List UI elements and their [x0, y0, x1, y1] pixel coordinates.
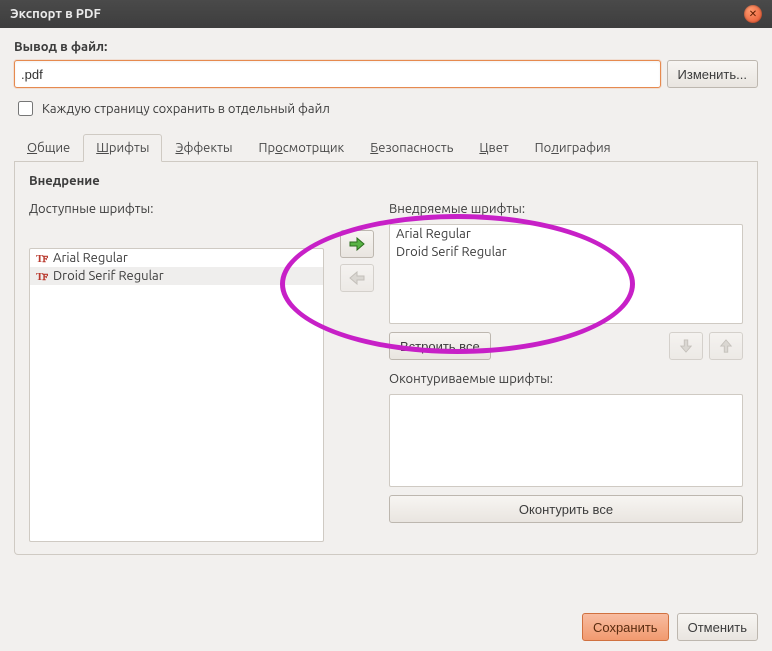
add-font-button[interactable]	[340, 230, 374, 258]
tab-1[interactable]: Шрифты	[83, 134, 162, 162]
font-name: Arial Regular	[396, 227, 471, 241]
font-name: Droid Serif Regular	[396, 245, 507, 259]
tab-3[interactable]: Просмотрщик	[246, 134, 358, 162]
outline-all-button[interactable]: Оконтурить все	[389, 495, 743, 523]
font-name: Arial Regular	[53, 251, 128, 265]
remove-font-button[interactable]	[340, 264, 374, 292]
arrow-up-icon	[718, 339, 734, 353]
tab-4[interactable]: Безопасность	[357, 134, 466, 162]
tabs: ОбщиеШрифтыЭффектыПросмотрщикБезопасност…	[14, 133, 758, 162]
dialog-footer: Сохранить Отменить	[582, 613, 758, 641]
outline-fonts-list[interactable]	[389, 394, 743, 487]
output-label: Вывод в файл:	[14, 40, 758, 54]
list-item[interactable]: Tꜰ Droid Serif Regular	[30, 267, 323, 285]
list-item[interactable]: Droid Serif Regular	[390, 243, 742, 261]
save-button[interactable]: Сохранить	[582, 613, 669, 641]
embedded-fonts-list[interactable]: Arial Regular Droid Serif Regular	[389, 224, 743, 324]
panel-title: Внедрение	[29, 174, 743, 188]
cancel-button[interactable]: Отменить	[677, 613, 758, 641]
output-file-input[interactable]	[14, 60, 661, 88]
arrow-left-icon	[349, 271, 365, 285]
change-file-button[interactable]: Изменить...	[667, 60, 758, 88]
font-name: Droid Serif Regular	[53, 269, 164, 283]
list-item[interactable]: Tꜰ Arial Regular	[30, 249, 323, 267]
embed-all-button[interactable]: Встроить все	[389, 332, 491, 360]
window-title: Экспорт в PDF	[10, 0, 101, 28]
embedded-fonts-label: Внедряемые шрифты:	[389, 202, 743, 216]
split-pages-label: Каждую страницу сохранить в отдельный фа…	[42, 102, 330, 116]
split-pages-checkbox[interactable]	[18, 101, 33, 116]
move-up-button[interactable]	[709, 332, 743, 360]
tab-5[interactable]: Цвет	[466, 134, 521, 162]
font-type-icon: Tꜰ	[36, 270, 47, 283]
font-type-icon: Tꜰ	[36, 252, 47, 265]
tab-6[interactable]: Полиграфия	[522, 134, 624, 162]
tab-0[interactable]: Общие	[14, 134, 83, 162]
tab-2[interactable]: Эффекты	[162, 134, 245, 162]
arrow-down-icon	[678, 339, 694, 353]
list-item[interactable]: Arial Regular	[390, 225, 742, 243]
fonts-panel: Внедрение Доступные шрифты: Tꜰ Arial Regu…	[14, 162, 758, 555]
arrow-right-icon	[349, 237, 365, 251]
outline-fonts-label: Оконтуриваемые шрифты:	[389, 372, 743, 386]
available-fonts-list[interactable]: Tꜰ Arial Regular Tꜰ Droid Serif Regular	[29, 248, 324, 542]
available-fonts-label: Доступные шрифты:	[29, 202, 324, 216]
close-icon[interactable]: ✕	[744, 5, 762, 23]
move-down-button[interactable]	[669, 332, 703, 360]
titlebar: Экспорт в PDF ✕	[0, 0, 772, 28]
